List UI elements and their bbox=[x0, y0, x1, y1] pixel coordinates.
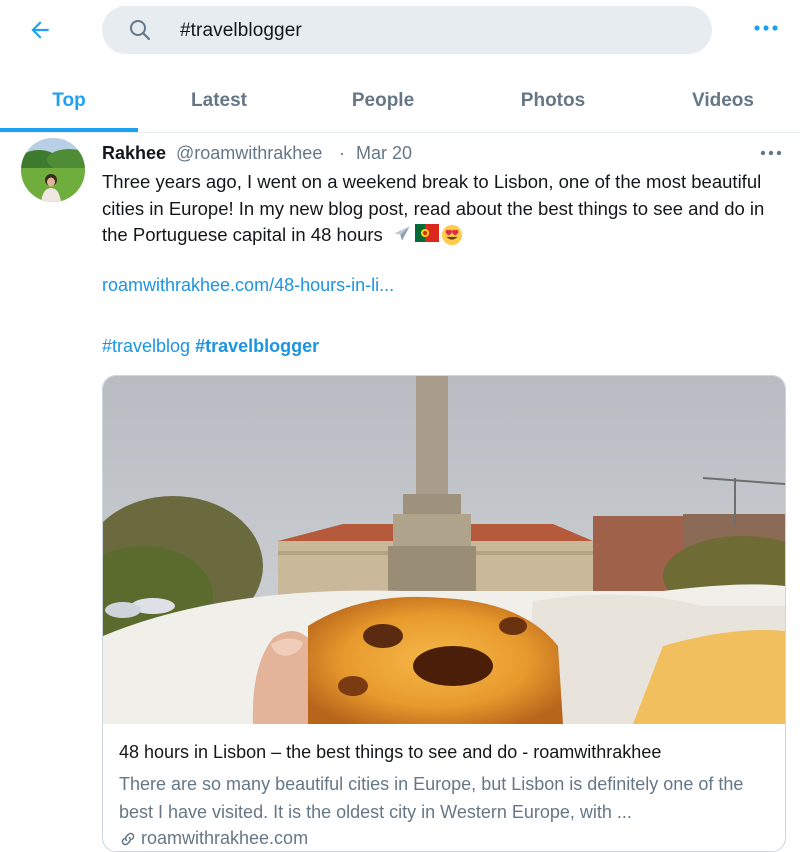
back-arrow-icon bbox=[31, 21, 49, 39]
heart-eyes-emoji bbox=[441, 224, 463, 246]
search-tabs: Top Latest People Photos Videos bbox=[0, 72, 800, 133]
search-input[interactable]: #travelblogger bbox=[180, 20, 302, 42]
avatar-image bbox=[21, 138, 85, 202]
more-options-icon bbox=[760, 150, 782, 156]
hashtag-travelblogger[interactable]: #travelblogger bbox=[195, 336, 319, 356]
tab-photos[interactable]: Photos bbox=[482, 72, 624, 130]
tweet-date[interactable]: Mar 20 bbox=[356, 143, 412, 164]
link-preview-card[interactable]: 48 hours in Lisbon – the best things to … bbox=[102, 375, 786, 852]
top-bar: #travelblogger bbox=[0, 0, 800, 68]
display-name[interactable]: Rakhee bbox=[102, 143, 166, 164]
link-icon bbox=[121, 832, 135, 845]
active-tab-indicator bbox=[0, 128, 138, 132]
tweet-text: Three years ago, I went on a weekend bre… bbox=[102, 169, 778, 249]
portugal-flag-emoji bbox=[414, 224, 439, 242]
avatar[interactable] bbox=[21, 138, 85, 202]
more-options-icon bbox=[754, 25, 778, 31]
airplane-emoji bbox=[394, 226, 410, 241]
card-image bbox=[103, 376, 785, 724]
card-title: 48 hours in Lisbon – the best things to … bbox=[119, 742, 662, 762]
card-domain: roamwithrakhee.com bbox=[119, 828, 308, 849]
tab-top[interactable]: Top bbox=[0, 72, 138, 130]
tab-videos[interactable]: Videos bbox=[652, 72, 794, 130]
hashtag-travelblog[interactable]: #travelblog bbox=[102, 336, 190, 356]
search-icon bbox=[130, 20, 151, 41]
search-bar[interactable]: #travelblogger bbox=[102, 6, 712, 54]
card-domain-text: roamwithrakhee.com bbox=[141, 828, 309, 848]
tweet-link[interactable]: roamwithrakhee.com/48-hours-in-li... bbox=[102, 275, 394, 296]
tab-people[interactable]: People bbox=[312, 72, 454, 130]
tab-latest[interactable]: Latest bbox=[148, 72, 290, 130]
more-options-button[interactable] bbox=[752, 18, 780, 38]
card-description: There are so many beautiful cities in Eu… bbox=[119, 774, 744, 822]
hashtag-line: #travelblog #travelblogger bbox=[102, 336, 319, 357]
tweet-more-button[interactable] bbox=[758, 145, 784, 161]
emoji-group bbox=[391, 224, 463, 246]
tweet[interactable]: Rakhee @roamwithrakhee · Mar 20 Three ye… bbox=[0, 133, 800, 852]
separator-dot: · bbox=[339, 143, 345, 163]
back-button[interactable] bbox=[24, 14, 56, 46]
user-handle[interactable]: @roamwithrakhee bbox=[176, 143, 322, 164]
